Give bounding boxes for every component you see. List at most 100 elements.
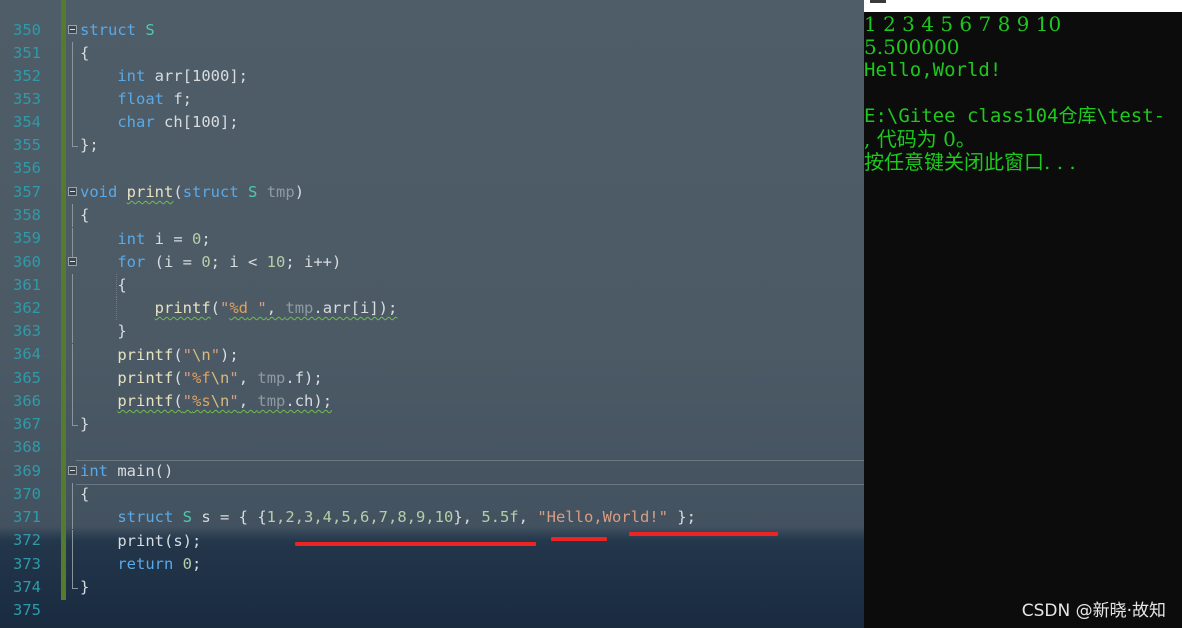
escape-sequence: \n <box>192 346 211 364</box>
array-initializer: 1,2,3,4,5,6,7,8,9,10 <box>266 508 454 526</box>
scope-guide <box>72 88 73 111</box>
code-text: ( <box>173 183 183 201</box>
code-line[interactable]: 363 printf("%d ", tmp.arr[i]); <box>0 297 864 340</box>
number-literal: 0 <box>201 253 211 271</box>
code-line[interactable]: 352 { <box>0 42 864 85</box>
code-line[interactable]: 357 <box>0 158 864 201</box>
code-line[interactable]: 365 printf("\n"); <box>0 344 864 387</box>
keyword: void <box>80 183 118 201</box>
escape-sequence: \n <box>210 392 230 410</box>
fold-toggle-icon[interactable] <box>68 25 77 34</box>
code-line[interactable]: 361 for (i = 0; i < 10; i++) <box>0 251 864 294</box>
keyword: int <box>117 230 146 248</box>
code-line[interactable]: 369 <box>0 437 864 480</box>
code-text: ; i < <box>210 253 267 271</box>
fold-toggle-icon[interactable] <box>68 257 77 266</box>
format-specifier: %f <box>192 369 211 387</box>
scope-guide <box>72 65 73 88</box>
parameter: tmp <box>257 392 286 410</box>
code-text: { <box>80 485 90 503</box>
code-text: (i = <box>145 253 202 271</box>
console-titlebar[interactable] <box>864 0 1182 12</box>
console-output-line: Hello,World! <box>864 59 1002 81</box>
code-text: ch[100]; <box>154 113 239 131</box>
code-line[interactable]: 366 printf("%f\n", tmp.f); <box>0 367 864 410</box>
code-line[interactable]: 358 void print(struct S tmp) <box>0 181 864 224</box>
parameter: tmp <box>285 299 314 317</box>
code-line[interactable]: 351 struct S <box>0 19 864 62</box>
code-text: i = <box>145 230 192 248</box>
function-name: printf <box>117 346 174 364</box>
parameter: tmp <box>257 369 286 387</box>
scope-guide <box>72 320 73 343</box>
fold-toggle-icon[interactable] <box>68 187 77 196</box>
keyword: struct <box>182 183 239 201</box>
scope-guide <box>72 576 78 589</box>
scope-guide <box>72 111 73 134</box>
scope-guide <box>72 204 73 227</box>
code-line[interactable]: 350 <box>0 0 864 39</box>
console-window[interactable]: 1 2 3 4 5 6 7 8 9 10 5.500000 Hello,Worl… <box>864 0 1182 628</box>
console-output-line: E:\Gitee class104仓库\test- <box>864 105 1166 127</box>
format-specifier: %d <box>229 299 249 317</box>
type-name: S <box>248 183 258 201</box>
code-text: } <box>80 578 90 596</box>
code-line[interactable]: 372 struct S s = { {1,2,3,4,5,6,7,8,9,10… <box>0 506 864 549</box>
code-text: .f); <box>285 369 323 387</box>
keyword: float <box>117 90 164 108</box>
scope-guide <box>72 251 73 257</box>
type-name: S <box>182 508 193 526</box>
code-text: { <box>117 276 127 294</box>
code-text: , <box>238 392 258 410</box>
code-line[interactable]: 355 char ch[100]; <box>0 111 864 154</box>
code-line[interactable]: 353 int arr[1000]; <box>0 65 864 108</box>
code-text: ( <box>173 392 183 410</box>
annotation-underline-string <box>629 532 778 536</box>
function-name: printf <box>154 299 211 317</box>
string-literal: " <box>220 299 230 317</box>
code-line[interactable]: 354 float f; <box>0 88 864 131</box>
fold-toggle-icon[interactable] <box>68 466 77 475</box>
code-line[interactable]: 370 int main() <box>0 460 864 503</box>
number-literal: 10 <box>266 253 286 271</box>
code-line[interactable]: 371 { <box>0 483 864 526</box>
code-line[interactable]: 375 } <box>0 576 864 619</box>
scope-guide <box>72 390 73 413</box>
code-text: { <box>80 206 90 224</box>
code-text: , <box>266 299 286 317</box>
scope-guide <box>72 553 73 576</box>
scope-guide <box>72 344 73 367</box>
format-specifier: %s <box>192 392 211 410</box>
code-line[interactable]: 360 int i = 0; <box>0 228 864 271</box>
keyword: int <box>80 462 108 480</box>
string-literal: " <box>182 346 193 364</box>
console-output-line: , 代码为 0。 <box>864 127 976 151</box>
keyword: int <box>117 67 146 85</box>
code-line[interactable]: 364 } <box>0 320 864 363</box>
code-line[interactable]: 368 } <box>0 413 864 456</box>
code-text: } <box>117 322 127 340</box>
scope-guide <box>72 506 73 529</box>
number-literal: 0 <box>182 555 193 573</box>
code-line[interactable]: 374 return 0; <box>0 553 864 596</box>
code-editor[interactable]: 350 351 struct S 352 { 353 int arr[1000]… <box>0 0 864 628</box>
code-line[interactable]: 356 }; <box>0 134 864 177</box>
console-output-line: 5.500000 <box>864 35 960 59</box>
code-text: { <box>80 44 90 62</box>
code-text: print(s); <box>117 532 202 550</box>
code-line[interactable]: 362 { <box>0 274 864 317</box>
code-text: ; <box>201 230 211 248</box>
code-text: ); <box>220 346 239 364</box>
escape-sequence: \n <box>210 369 230 387</box>
code-line[interactable]: 367 printf("%s\n", tmp.ch); <box>0 390 864 433</box>
code-text: s = { { <box>192 508 267 526</box>
code-text: f; <box>164 90 192 108</box>
line-number: 375 <box>13 601 41 619</box>
string-literal: "Hello,World!" <box>537 508 668 526</box>
code-text: ( <box>210 299 220 317</box>
keyword: char <box>117 113 155 131</box>
code-line[interactable]: 359 { <box>0 204 864 247</box>
scope-guide <box>72 134 78 147</box>
string-literal: " <box>182 369 193 387</box>
